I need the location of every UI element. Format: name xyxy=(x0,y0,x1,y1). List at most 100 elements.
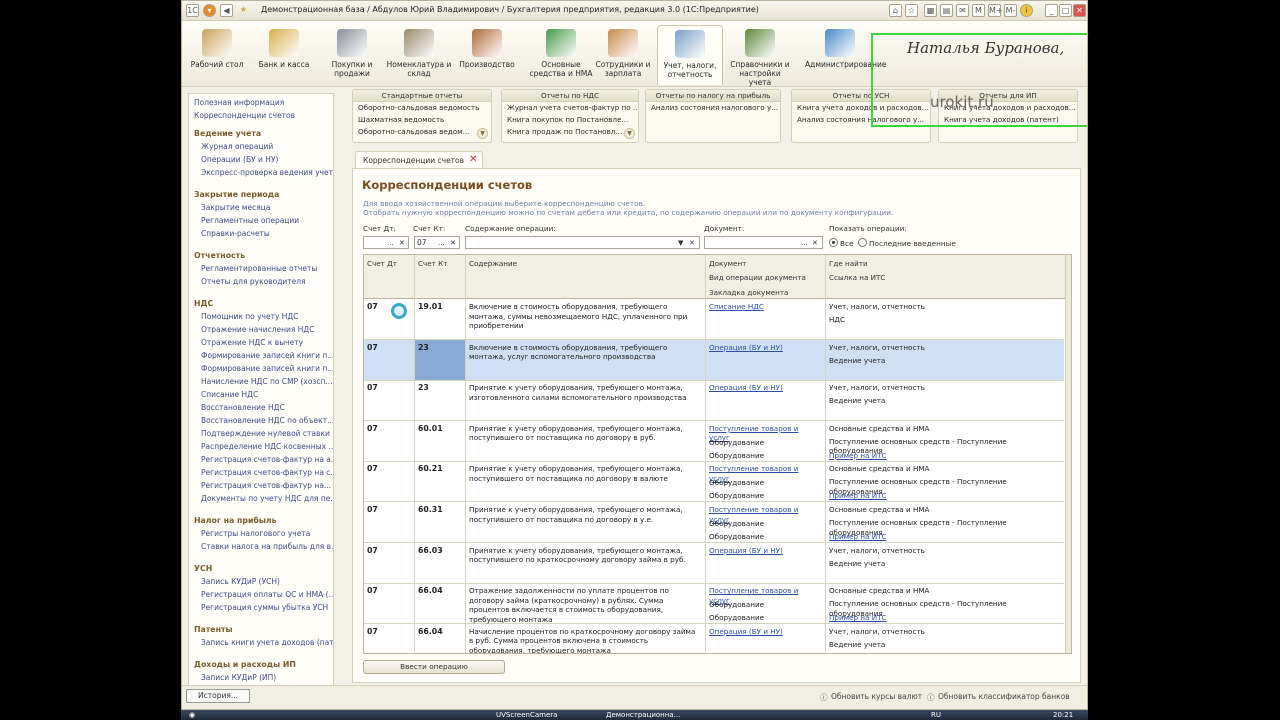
info-icon[interactable]: i xyxy=(1020,4,1033,17)
app-logo-icon[interactable]: 1С xyxy=(186,4,199,17)
table-row[interactable]: 07 19.01 Включение в стоимость оборудовани… xyxy=(364,299,1064,340)
zoom-in-icon[interactable]: M xyxy=(972,4,985,17)
table-row[interactable]: 07 66.03 Принятие к учету оборудования, тр… xyxy=(364,543,1064,584)
cell-document-link[interactable]: Списание НДС xyxy=(709,302,821,312)
back-icon[interactable]: ◀ xyxy=(220,4,233,17)
taskbar-item[interactable]: Демонстрационна... xyxy=(606,711,680,719)
column-header-where[interactable]: Где найти xyxy=(829,259,868,268)
radio-all[interactable] xyxy=(829,238,838,247)
column-header-dt[interactable]: Счет Дт xyxy=(367,259,397,268)
credit-account-input[interactable]: 07... ✕ xyxy=(414,236,460,249)
section-accounting[interactable]: Учет, налоги, отчетность xyxy=(657,25,723,85)
column-header-its[interactable]: Ссылка на ИТС xyxy=(829,273,885,282)
column-header-doc-op[interactable]: Вид операции документа xyxy=(709,273,806,282)
sidebar-item[interactable]: Отражение начисления НДС xyxy=(201,325,315,334)
sidebar-item[interactable]: Экспресс-проверка ведения учета xyxy=(201,168,333,177)
sidebar-item[interactable]: Операции (БУ и НУ) xyxy=(201,155,278,164)
section-desktop[interactable]: Рабочий стол xyxy=(184,25,250,85)
update-banks-link[interactable]: Обновить классификатор банков xyxy=(938,692,1070,701)
sidebar-item[interactable]: Регистрация суммы убытка УСН xyxy=(201,603,328,612)
clear-icon[interactable]: ✕ xyxy=(689,238,695,249)
sidebar-item[interactable]: Регистры налогового учета xyxy=(201,529,310,538)
mail-icon[interactable]: ✉ xyxy=(956,4,969,17)
start-icon[interactable]: ◉ xyxy=(189,711,195,719)
debit-account-input[interactable]: ... ✕ xyxy=(363,236,409,249)
language-indicator[interactable]: RU xyxy=(931,711,941,719)
maximize-icon[interactable]: □ xyxy=(1059,4,1072,17)
sidebar-item[interactable]: Регистрация счетов-фактур на с... xyxy=(201,468,333,477)
sidebar-item[interactable]: Запись книги учета доходов (пат... xyxy=(201,638,333,647)
sidebar-item[interactable]: Полезная информация xyxy=(194,98,284,107)
cell-its-link[interactable]: Пример на ИТС xyxy=(829,613,1061,623)
cell-document-link[interactable]: Операция (БУ и НУ) xyxy=(709,627,821,637)
section-fixed-assets[interactable]: Основные средства и НМА xyxy=(528,25,594,85)
update-rates-link[interactable]: Обновить курсы валют xyxy=(831,692,922,701)
sidebar-item[interactable]: Списание НДС xyxy=(201,390,258,399)
history-icon[interactable]: ☆ xyxy=(905,4,918,17)
section-warehouse[interactable]: Номенклатура и склад xyxy=(386,25,452,85)
tab-correspondences[interactable]: Корреспонденции счетов ✕ xyxy=(355,151,483,169)
home-icon[interactable]: ⌂ xyxy=(889,4,902,17)
sidebar-item[interactable]: Восстановление НДС xyxy=(201,403,285,412)
column-header-doc[interactable]: Документ xyxy=(709,259,746,268)
sidebar-item[interactable]: Формирование записей книги п... xyxy=(201,351,333,360)
sidebar-item[interactable]: Справки-расчеты xyxy=(201,229,270,238)
sidebar-item[interactable]: Отражение НДС к вычету xyxy=(201,338,303,347)
select-button[interactable]: ... xyxy=(438,238,445,249)
table-row[interactable]: 07 23 Включение в стоимость оборудования, … xyxy=(364,339,1064,381)
sidebar-item[interactable]: Регистрация оплаты ОС и НМА (... xyxy=(201,590,333,599)
sidebar-item[interactable]: Регистрация счетов-фактур на а... xyxy=(201,455,333,464)
table-row[interactable]: 07 66.04 Начисление процентов по краткосро… xyxy=(364,624,1064,653)
history-button[interactable]: История... xyxy=(186,689,250,703)
sidebar-item[interactable]: Помощник по учету НДС xyxy=(201,312,299,321)
favorites-icon[interactable]: ★ xyxy=(237,4,250,17)
minimize-icon[interactable]: _ xyxy=(1045,4,1058,17)
table-scrollbar[interactable] xyxy=(1065,255,1071,653)
sidebar-item[interactable]: Регистрация счетов-фактур на... xyxy=(201,481,331,490)
section-bank[interactable]: Банк и касса xyxy=(251,25,317,85)
sidebar-item[interactable]: Журнал операций xyxy=(201,142,273,151)
table-row[interactable]: 07 60.31 Принятие к учету оборудования, тр… xyxy=(364,502,1064,543)
close-tab-icon[interactable]: ✕ xyxy=(469,154,477,165)
column-header-doc-tab[interactable]: Закладка документа xyxy=(709,288,788,297)
close-icon[interactable]: ✕ xyxy=(1073,4,1086,17)
sidebar-item[interactable]: Записи КУДиР (ИП) xyxy=(201,673,276,682)
cell-its-link[interactable]: Пример на ИТС xyxy=(829,532,1061,542)
document-filter-input[interactable]: ... ✕ xyxy=(704,236,823,249)
radio-recent[interactable] xyxy=(858,238,867,247)
panel-link[interactable]: Книга продаж по Постановл... xyxy=(502,126,638,138)
sidebar-item[interactable]: Начисление НДС по СМР (хозсп... xyxy=(201,377,333,386)
select-button[interactable]: ... xyxy=(801,238,808,249)
sidebar-item[interactable]: Запись КУДиР (УСН) xyxy=(201,577,280,586)
sidebar-item[interactable]: Регламентные операции xyxy=(201,216,299,225)
sidebar-item[interactable]: Восстановление НДС по объект... xyxy=(201,416,333,425)
chevron-down-icon[interactable]: ▼ xyxy=(477,128,488,139)
panel-link[interactable]: Анализ состояния налогового у... xyxy=(646,102,780,114)
menu-icon[interactable]: ▾ xyxy=(203,4,216,17)
panel-link[interactable]: Книга покупок по Постановле... xyxy=(502,114,638,126)
section-purchases[interactable]: Покупки и продажи xyxy=(319,25,385,85)
cell-document-link[interactable]: Операция (БУ и НУ) xyxy=(709,343,821,353)
sidebar-item[interactable]: Корреспонденции счетов xyxy=(194,111,295,120)
clear-icon[interactable]: ✕ xyxy=(812,238,818,249)
cell-document-link[interactable]: Операция (БУ и НУ) xyxy=(709,546,821,556)
content-filter-input[interactable]: ▼ ✕ xyxy=(465,236,700,249)
table-row[interactable]: 07 66.04 Отражение задолженности по уплате… xyxy=(364,583,1064,625)
calculator-icon[interactable]: ▦ xyxy=(924,4,937,17)
section-staff[interactable]: Сотрудники и зарплата xyxy=(590,25,656,85)
zoom-icon[interactable]: M+ xyxy=(988,4,1003,17)
panel-link[interactable]: Журнал учета счетов-фактур по ... xyxy=(502,102,638,114)
sidebar-item[interactable]: Отчеты для руководителя xyxy=(201,277,306,286)
enter-operation-button[interactable]: Ввести операцию xyxy=(363,660,505,674)
splitter-handle[interactable] xyxy=(343,93,347,689)
table-row[interactable]: 07 60.01 Принятие к учету оборудования, тр… xyxy=(364,421,1064,462)
clear-icon[interactable]: ✕ xyxy=(450,238,456,249)
sidebar-item[interactable]: Регламентированные отчеты xyxy=(201,264,317,273)
cell-document-link[interactable]: Операция (БУ и НУ) xyxy=(709,383,821,393)
table-row[interactable]: 07 60.21 Принятие к учету оборудования, тр… xyxy=(364,461,1064,503)
sidebar-item[interactable]: Ставки налога на прибыль для в... xyxy=(201,542,333,551)
section-administration[interactable]: Администрирование xyxy=(805,25,887,85)
clear-icon[interactable]: ✕ xyxy=(399,238,405,249)
section-production[interactable]: Производство xyxy=(454,25,520,85)
taskbar-item[interactable]: UVScreenCamera xyxy=(496,711,557,719)
